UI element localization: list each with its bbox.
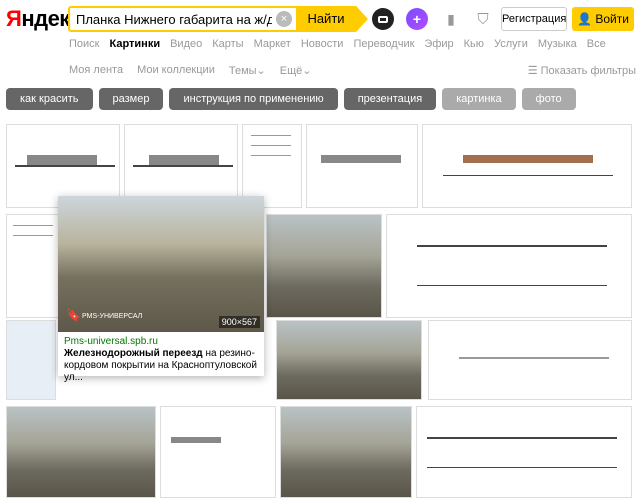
login-button[interactable]: 👤 Войти xyxy=(572,7,634,31)
result-image[interactable] xyxy=(6,406,156,498)
themes-link[interactable]: Темы⌄ xyxy=(229,64,266,77)
show-filters-link[interactable]: ☰ Показать фильтры xyxy=(528,64,636,77)
source-domain[interactable]: Pms-universal.spb.ru xyxy=(64,336,258,347)
result-image[interactable] xyxy=(276,320,422,400)
service-nav: Поиск Картинки Видео Карты Маркет Новост… xyxy=(69,38,606,50)
alice-icon[interactable]: + xyxy=(406,8,428,30)
register-button[interactable]: Регистрация xyxy=(501,7,567,31)
nav-efir[interactable]: Эфир xyxy=(424,38,453,50)
chip-presentation[interactable]: презентация xyxy=(343,88,437,110)
filter-icon: ☰ xyxy=(527,65,541,77)
chip-size[interactable]: размер xyxy=(98,88,164,110)
result-image[interactable] xyxy=(6,214,60,318)
chip-instruction[interactable]: инструкция по применению xyxy=(169,88,338,110)
result-image[interactable] xyxy=(428,320,632,400)
nav-kyu[interactable]: Кью xyxy=(464,38,484,50)
preview-image[interactable]: 🔖 PMS-УНИВЕРСАЛ 900×567 xyxy=(58,196,264,332)
result-image[interactable] xyxy=(306,124,418,208)
result-image[interactable] xyxy=(6,320,56,400)
search-button[interactable]: Найти xyxy=(296,6,368,32)
my-collections-link[interactable]: Мои коллекции xyxy=(137,64,215,77)
result-image[interactable] xyxy=(416,406,632,498)
sub-nav: Моя лента Мои коллекции Темы⌄ Ещё⌄ xyxy=(69,64,312,77)
image-title[interactable]: Железнодорожный переезд на резино-кордов… xyxy=(64,348,258,384)
chevron-down-icon: ⌄ xyxy=(302,65,312,77)
result-image[interactable] xyxy=(266,214,382,318)
watermark: PMS-УНИВЕРСАЛ xyxy=(82,313,143,320)
chip-paint[interactable]: как красить xyxy=(6,88,93,110)
search-bar: Планка Нижнего габарита на ж/д пер × Най… xyxy=(68,6,368,32)
nav-news[interactable]: Новости xyxy=(301,38,344,50)
clear-icon[interactable]: × xyxy=(276,11,292,27)
nav-music[interactable]: Музыка xyxy=(538,38,577,50)
suggest-chips: как красить размер инструкция по примене… xyxy=(6,88,576,110)
result-image[interactable] xyxy=(422,124,632,208)
nav-maps[interactable]: Карты xyxy=(212,38,243,50)
nav-video[interactable]: Видео xyxy=(170,38,202,50)
chip-photo[interactable]: фото xyxy=(521,88,576,110)
result-image[interactable] xyxy=(160,406,276,498)
bookmark-icon[interactable]: 🔖 xyxy=(66,308,81,322)
my-feed-link[interactable]: Моя лента xyxy=(69,64,123,77)
chevron-down-icon: ⌄ xyxy=(256,65,266,77)
chip-picture[interactable]: картинка xyxy=(442,88,516,110)
user-icon: 👤 xyxy=(577,12,596,26)
collections-icon[interactable]: ▮ xyxy=(440,8,462,30)
nav-images[interactable]: Картинки xyxy=(109,38,160,50)
nav-all[interactable]: Все xyxy=(587,38,606,50)
camera-icon[interactable] xyxy=(372,8,394,30)
camera-lens xyxy=(378,15,388,23)
shield-icon[interactable]: ⛉ xyxy=(472,8,494,30)
nav-services[interactable]: Услуги xyxy=(494,38,528,50)
image-size-badge: 900×567 xyxy=(218,316,260,328)
nav-translate[interactable]: Переводчик xyxy=(353,38,414,50)
image-preview-popup[interactable]: 🔖 PMS-УНИВЕРСАЛ 900×567 Pms-universal.sp… xyxy=(58,196,264,383)
nav-market[interactable]: Маркет xyxy=(254,38,291,50)
nav-search[interactable]: Поиск xyxy=(69,38,99,50)
more-link[interactable]: Ещё⌄ xyxy=(280,64,312,77)
result-image[interactable] xyxy=(386,214,632,318)
result-image[interactable] xyxy=(280,406,412,498)
search-input[interactable]: Планка Нижнего габарита на ж/д пер xyxy=(70,8,272,30)
